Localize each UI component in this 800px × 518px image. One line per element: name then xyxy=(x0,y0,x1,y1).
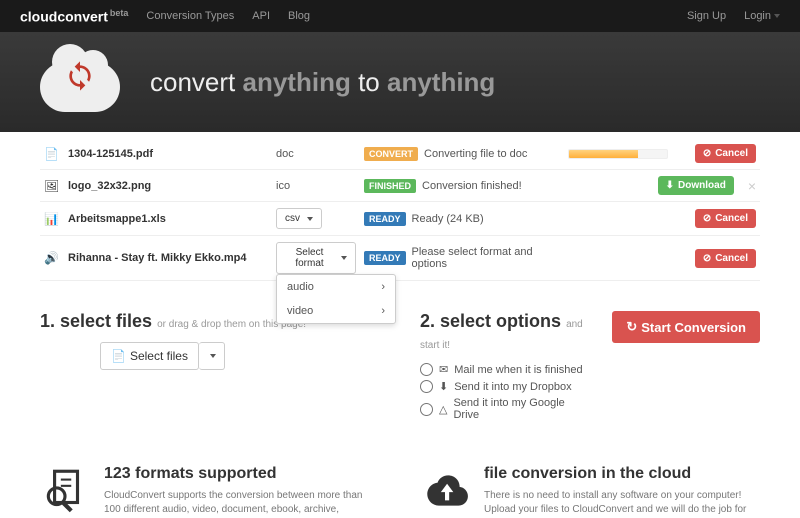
option-row[interactable]: △ Send it into my Google Drive xyxy=(420,397,592,421)
hero-banner: convert anything to anything xyxy=(0,32,800,132)
option-icon: ✉ xyxy=(439,363,448,376)
file-list: 📄 1304-125145.pdf doc CONVERT Converting fil… xyxy=(40,138,760,281)
cloud-upload-icon xyxy=(420,465,470,515)
status-badge: READY xyxy=(364,251,406,265)
option-radio[interactable] xyxy=(420,363,433,376)
format-dropdown-menu: audio›video› xyxy=(276,274,396,324)
step-1: 1. select files or drag & drop them on t… xyxy=(40,311,380,425)
close-icon[interactable]: × xyxy=(748,178,756,194)
feature-formats: 123 formats supported CloudConvert suppo… xyxy=(40,465,380,517)
select-files-button[interactable]: 📄 Select files xyxy=(100,342,199,370)
cloud-logo xyxy=(40,52,120,112)
format-option-audio[interactable]: audio› xyxy=(277,275,395,299)
file-type-icon: 🔊 xyxy=(44,251,60,265)
option-icon: ⬇ xyxy=(439,380,448,393)
download-button[interactable]: ⬇ Download xyxy=(658,176,734,195)
feature-cloud: file conversion in the cloud There is no… xyxy=(420,465,760,517)
status-text: Converting file to doc xyxy=(424,148,527,160)
document-search-icon xyxy=(40,465,90,515)
step2-title: 2. select options and start it! xyxy=(420,311,592,353)
refresh-icon xyxy=(64,60,96,92)
nav-login[interactable]: Login xyxy=(744,10,780,22)
nav-conversion-types[interactable]: Conversion Types xyxy=(146,10,234,22)
format-label: ico xyxy=(276,180,290,192)
file-type-icon: 📊 xyxy=(44,212,60,226)
select-files-dropdown[interactable] xyxy=(199,342,225,370)
hero-tagline: convert anything to anything xyxy=(150,67,495,98)
format-select[interactable]: csv xyxy=(276,208,322,229)
file-name: Arbeitsmappe1.xls xyxy=(68,213,268,225)
file-type-icon: 📄 xyxy=(44,147,60,161)
file-name: Rihanna - Stay ft. Mikky Ekko.mp4 xyxy=(68,252,268,264)
feature-cloud-desc: There is no need to install any software… xyxy=(484,489,760,517)
option-radio[interactable] xyxy=(420,380,433,393)
progress-bar xyxy=(568,149,668,159)
option-label: Send it into my Dropbox xyxy=(454,381,571,393)
format-option-video[interactable]: video› xyxy=(277,299,395,323)
option-radio[interactable] xyxy=(420,403,433,416)
step-2: 2. select options and start it! ✉ Mail me… xyxy=(420,311,760,425)
file-type-icon: 🖼 xyxy=(44,179,60,193)
start-conversion-button[interactable]: ↻ Start Conversion xyxy=(612,311,760,343)
status-badge: FINISHED xyxy=(364,179,416,193)
file-row: 📊 Arbeitsmappe1.xls csv READY Ready (24 KB) ⊘… xyxy=(40,202,760,236)
nav-blog[interactable]: Blog xyxy=(288,10,310,22)
file-name: logo_32x32.png xyxy=(68,180,268,192)
format-select[interactable]: Select format xyxy=(276,242,356,274)
file-row: 🖼 logo_32x32.png ico FINISHED Conversion fin… xyxy=(40,170,760,202)
brand-logo[interactable]: cloudconvertbeta xyxy=(20,8,128,25)
feature-formats-title: 123 formats supported xyxy=(104,465,380,483)
nav-signup[interactable]: Sign Up xyxy=(687,10,726,22)
option-row[interactable]: ✉ Mail me when it is finished xyxy=(420,363,592,376)
cancel-button[interactable]: ⊘ Cancel xyxy=(695,144,756,163)
option-row[interactable]: ⬇ Send it into my Dropbox xyxy=(420,380,592,393)
option-label: Send it into my Google Drive xyxy=(453,397,592,421)
status-text: Conversion finished! xyxy=(422,180,522,192)
file-row: 🔊 Rihanna - Stay ft. Mikky Ekko.mp4 Select… xyxy=(40,236,760,281)
cancel-button[interactable]: ⊘ Cancel xyxy=(695,209,756,228)
option-icon: △ xyxy=(439,403,447,416)
feature-cloud-title: file conversion in the cloud xyxy=(484,465,760,483)
status-text: Ready (24 KB) xyxy=(412,213,484,225)
cancel-button[interactable]: ⊘ Cancel xyxy=(695,249,756,268)
file-name: 1304-125145.pdf xyxy=(68,148,268,160)
top-nav: cloudconvertbeta Conversion Types API Bl… xyxy=(0,0,800,32)
features-section: 123 formats supported CloudConvert suppo… xyxy=(40,465,760,517)
option-label: Mail me when it is finished xyxy=(454,364,582,376)
feature-formats-desc: CloudConvert supports the conversion bet… xyxy=(104,489,380,517)
format-label: doc xyxy=(276,148,294,160)
status-badge: CONVERT xyxy=(364,147,418,161)
file-row: 📄 1304-125145.pdf doc CONVERT Converting fil… xyxy=(40,138,760,170)
status-text: Please select format and options xyxy=(412,246,560,270)
nav-api[interactable]: API xyxy=(252,10,270,22)
status-badge: READY xyxy=(364,212,406,226)
